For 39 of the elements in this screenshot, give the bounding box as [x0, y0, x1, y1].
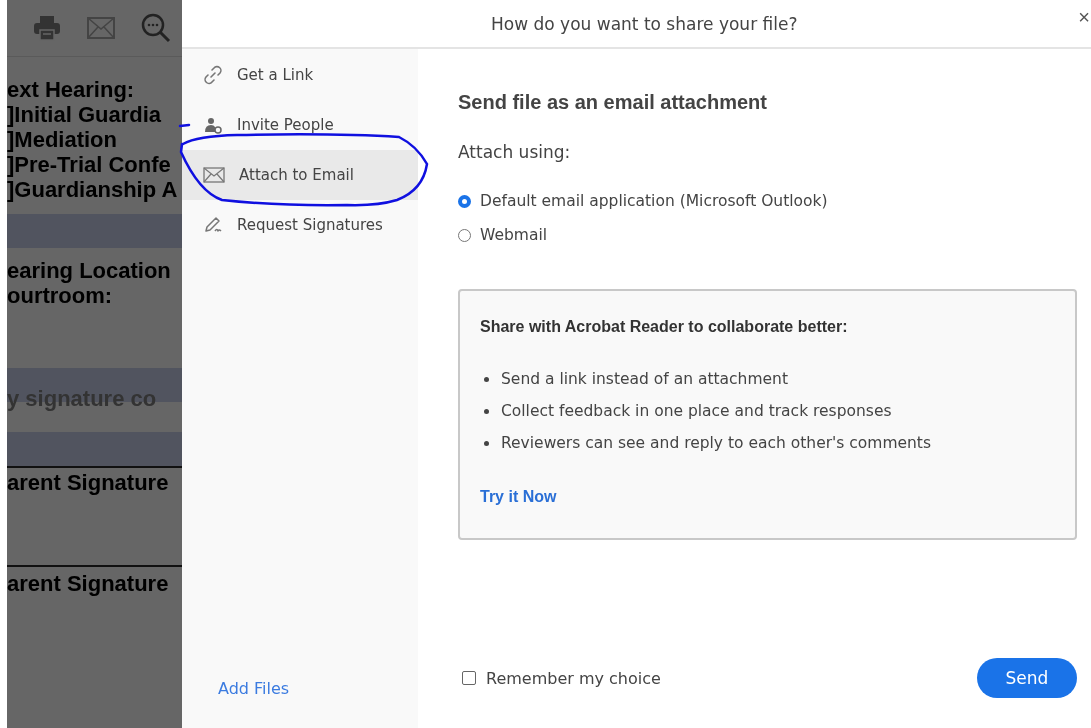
- sidebar-item[interactable]: Get a Link: [182, 50, 418, 100]
- search-icon[interactable]: [141, 13, 171, 43]
- radio-label: Webmail: [480, 226, 547, 244]
- sidebar-item[interactable]: Attach to Email: [182, 150, 418, 200]
- bullet-text: Send a link instead of an attachment: [501, 370, 788, 388]
- radio-option[interactable]: Default email application (Microsoft Outlook): [458, 192, 1077, 210]
- radio-button[interactable]: [458, 194, 471, 208]
- try-it-now-link[interactable]: Try it Now: [480, 488, 557, 506]
- bullet-icon: [484, 440, 489, 446]
- card-title: Share with Acrobat Reader to collaborate better:: [480, 318, 848, 336]
- checkbox[interactable]: [462, 671, 476, 685]
- document-text: ]Mediation: [7, 127, 118, 152]
- document-text: ourtroom:: [7, 283, 114, 308]
- pen-signature-icon: [203, 215, 223, 235]
- add-files-link[interactable]: Add Files: [218, 679, 418, 698]
- document-text: arent Signature: [7, 470, 170, 495]
- bullet-icon: [484, 376, 489, 382]
- mail-icon: [203, 167, 225, 183]
- document-text: ]Guardianship A: [7, 177, 179, 202]
- bullet-text: Collect feedback in one place and track responses: [501, 402, 892, 420]
- document-text: ]Initial Guardia: [7, 102, 163, 127]
- close-button[interactable]: ×: [1078, 6, 1090, 29]
- document-text: earing Location: [7, 258, 172, 283]
- section-heading: Send file as an email attachment: [458, 91, 768, 114]
- sidebar-item[interactable]: Invite People: [182, 100, 418, 150]
- document-text: ext Hearing:: [7, 77, 136, 102]
- bullet-icon: [484, 408, 489, 414]
- field-label: Attach using:: [458, 142, 572, 162]
- radio-label: Default email application (Microsoft Outlook): [480, 192, 828, 210]
- document-text: ]Pre-Trial Confe: [7, 152, 172, 177]
- link-icon: [203, 65, 223, 85]
- dialog-title: How do you want to share your file?: [491, 13, 798, 34]
- sidebar-item[interactable]: Request Signatures: [182, 200, 418, 250]
- send-button[interactable]: Send: [977, 658, 1077, 698]
- person-add-icon: [203, 115, 223, 135]
- radio-option[interactable]: Webmail: [458, 226, 1077, 244]
- printer-icon[interactable]: [33, 15, 61, 41]
- bullet-text: Reviewers can see and reply to each other's comments: [501, 434, 932, 452]
- checkbox-label: Remember my choice: [486, 668, 661, 688]
